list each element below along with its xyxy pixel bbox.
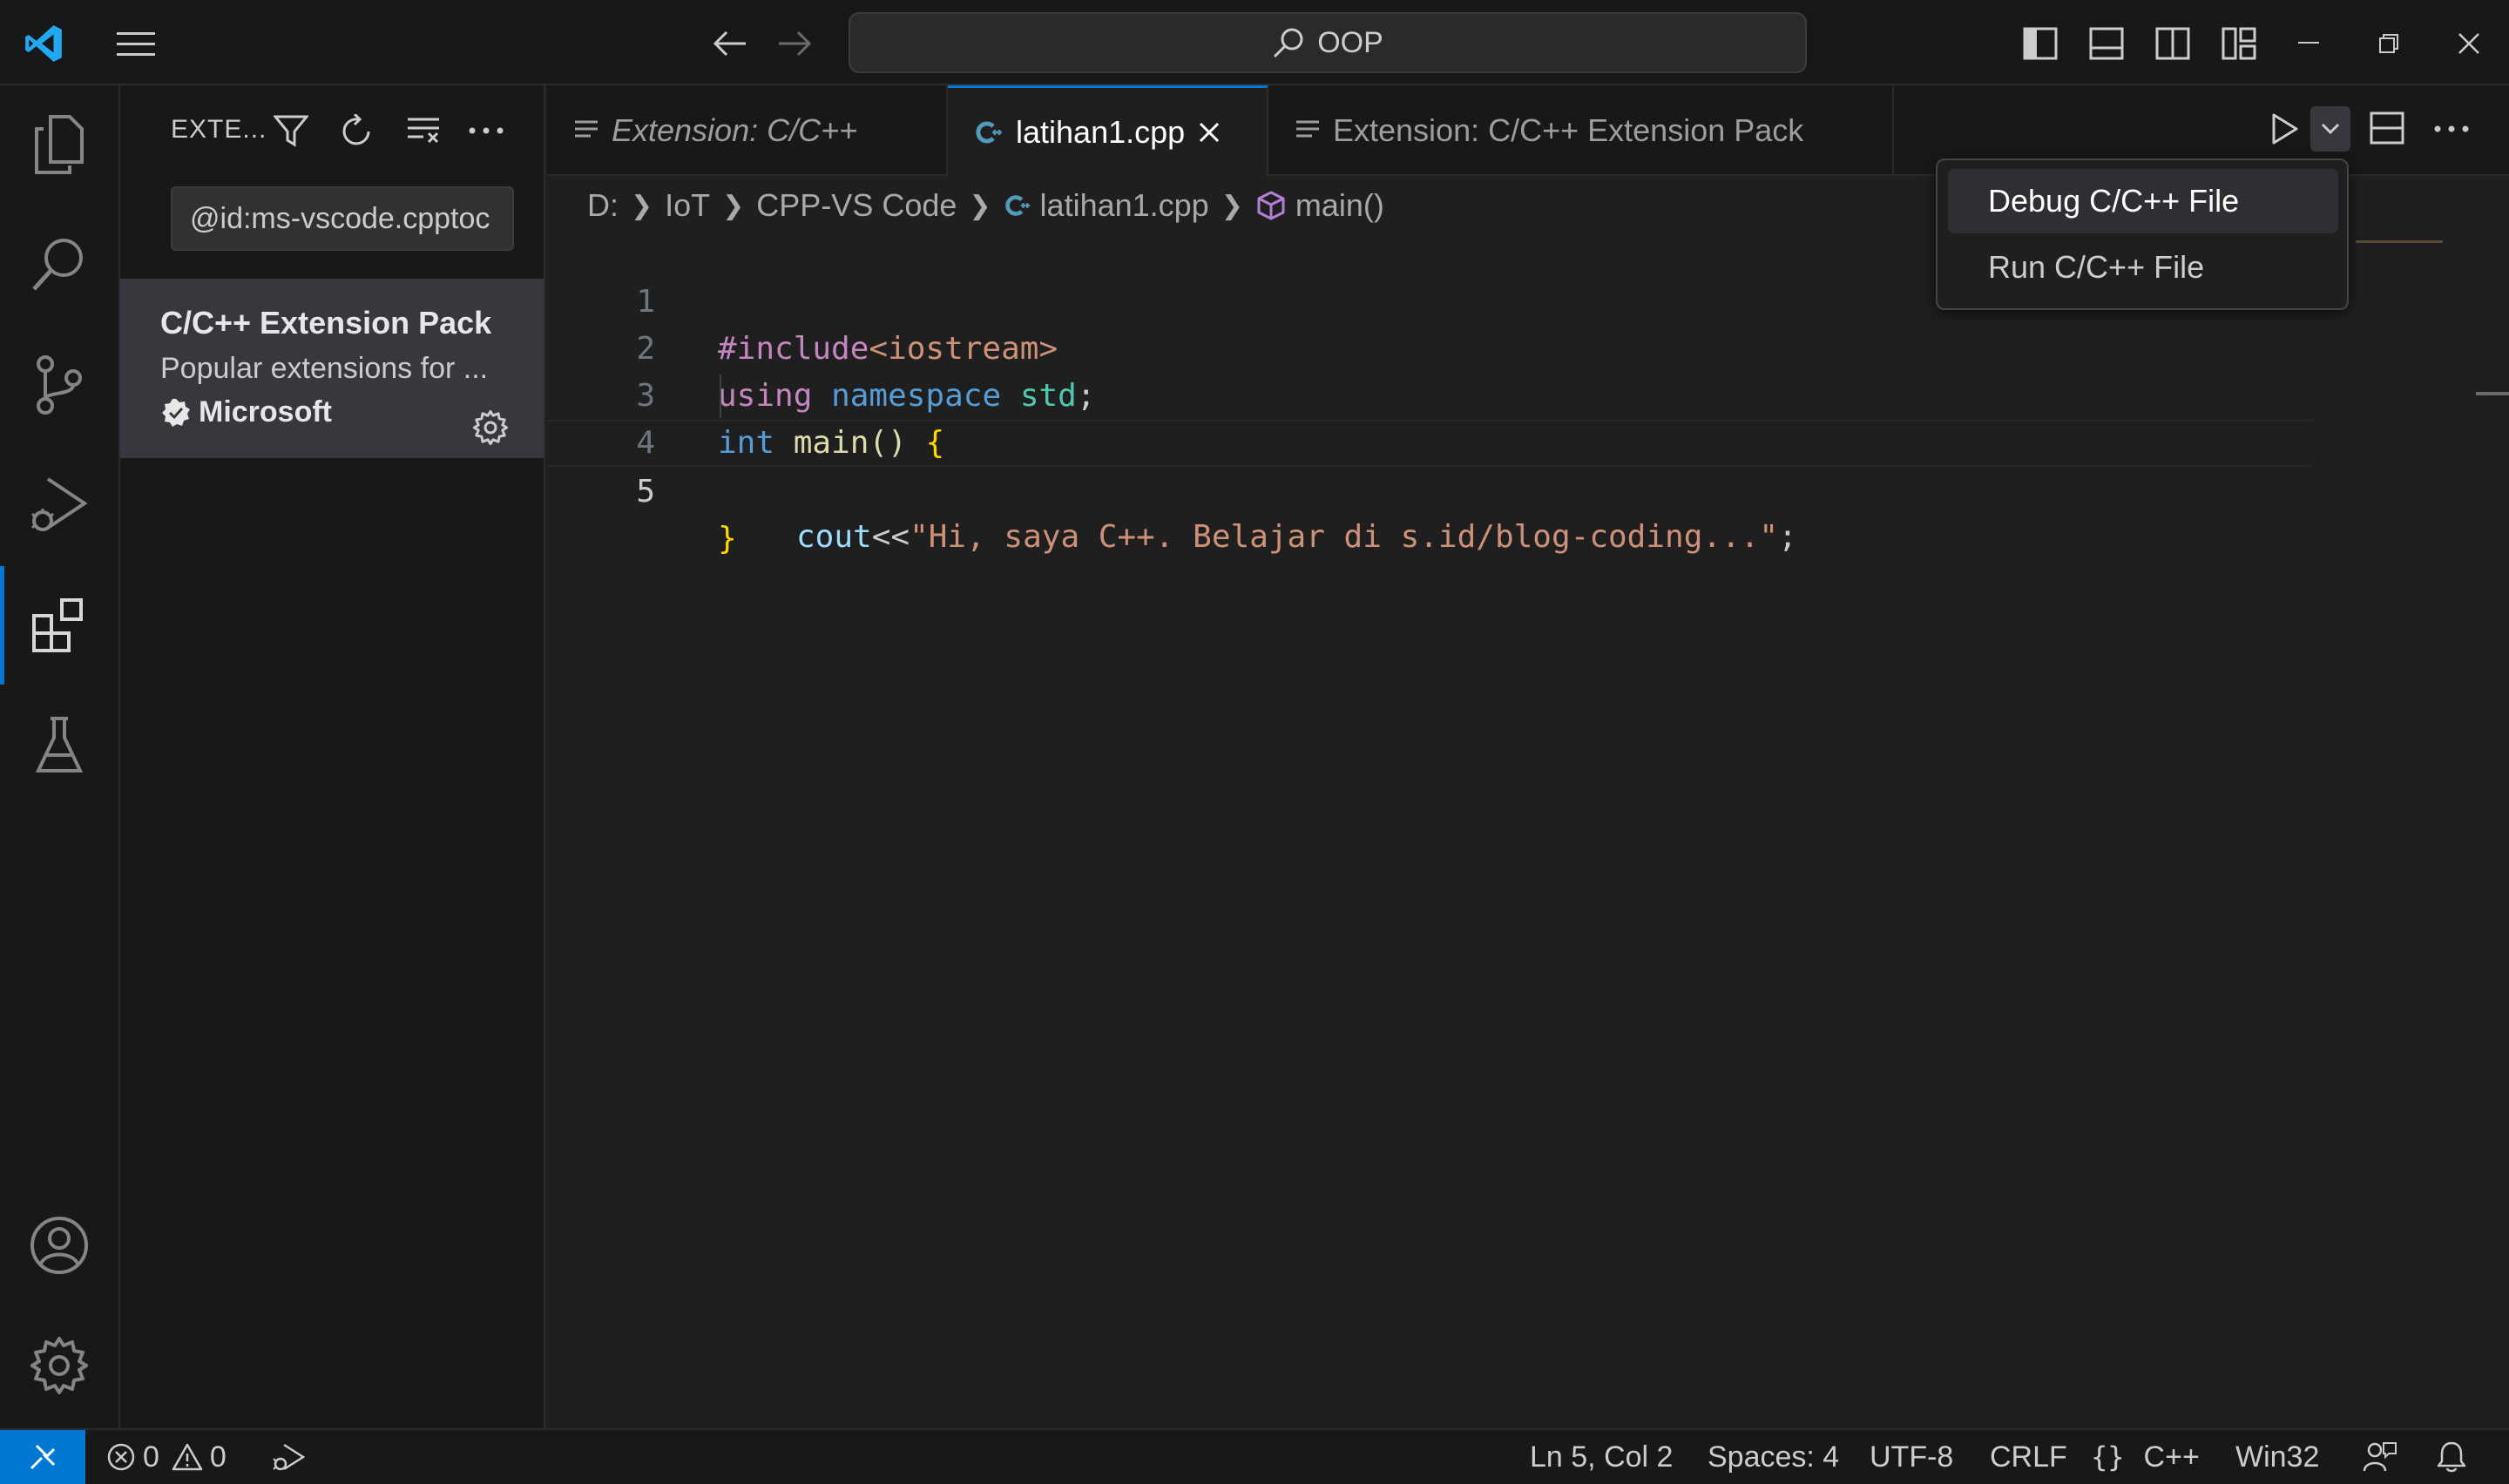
cpp-file-icon	[976, 121, 1002, 143]
notifications-bell-icon[interactable]	[2436, 1430, 2467, 1484]
close-tab-icon[interactable]	[1197, 120, 1221, 145]
testing-flask-icon[interactable]	[0, 686, 118, 805]
problems-indicator[interactable]: 0 0	[106, 1430, 227, 1484]
activity-bar	[0, 85, 120, 1428]
brace: }	[718, 521, 737, 556]
tab-extension-cpp-pack[interactable]: Extension: C/C++ Extension Pack	[1268, 85, 1894, 176]
error-count: 0	[143, 1440, 159, 1474]
filter-icon[interactable]	[270, 110, 312, 152]
code-editor[interactable]: 1 #include<iostream> 2 using namespace s…	[547, 230, 2509, 1428]
forward-arrow-icon[interactable]	[770, 19, 819, 68]
extensions-sidebar: EXTE... @id:ms-vscode.cpptoc C/C++ Exten…	[120, 85, 545, 1428]
tab-label: latihan1.cpp	[1016, 113, 1186, 150]
chevron-right-icon: ❯	[1221, 191, 1243, 220]
string-literal: "Hi, saya C++. Belajar di s.id/blog-codi…	[910, 519, 1779, 555]
run-dropdown-button[interactable]	[2310, 106, 2350, 152]
cursor-position[interactable]: Ln 5, Col 2	[1530, 1430, 1673, 1484]
command-center-label: OOP	[1317, 25, 1383, 59]
chevron-right-icon: ❯	[969, 191, 991, 220]
breadcrumb-folder[interactable]: IoT	[665, 187, 710, 224]
line-number: 5	[636, 474, 655, 509]
customize-layout-icon[interactable]	[2215, 19, 2263, 68]
code-line: 4 cout<<"Hi, saya C++. Belajar di s.id/b…	[547, 373, 2464, 555]
publisher-name: Microsoft	[199, 395, 332, 428]
toggle-secondary-sidebar-icon[interactable]	[2148, 19, 2197, 68]
punctuation: ;	[1778, 519, 1797, 555]
preview-lines-icon	[575, 120, 598, 138]
operator: <<	[871, 519, 910, 555]
explorer-icon[interactable]	[0, 85, 118, 204]
encoding-setting[interactable]: UTF-8	[1870, 1430, 1953, 1484]
search-icon	[1274, 28, 1303, 58]
tab-label: Extension: C/C++ Extension Pack	[1333, 112, 1804, 148]
preview-lines-icon	[1296, 120, 1319, 138]
error-icon	[107, 1443, 135, 1471]
minimap-line	[2356, 240, 2443, 243]
more-actions-icon[interactable]	[465, 110, 507, 152]
cpp-file-icon	[1004, 195, 1030, 216]
extension-list-item[interactable]: C/C++ Extension Pack Popular extensions …	[120, 279, 544, 458]
breadcrumb-drive[interactable]: D:	[587, 187, 619, 224]
close-window-icon[interactable]	[2445, 19, 2493, 68]
chevron-right-icon: ❯	[722, 191, 745, 220]
extensions-icon[interactable]	[0, 566, 118, 685]
extension-description: Popular extensions for ...	[160, 352, 489, 385]
tab-extension-cpp[interactable]: Extension: C/C++	[547, 85, 948, 176]
breadcrumb-symbol[interactable]: main()	[1295, 187, 1384, 224]
tab-label: Extension: C/C++	[612, 112, 858, 148]
status-bar: 0 0 Ln 5, Col 2 Spaces: 4 UTF-8 CRLF {} …	[0, 1428, 2509, 1484]
braces-icon: {}	[2091, 1440, 2125, 1474]
warning-icon	[172, 1443, 203, 1471]
back-arrow-icon[interactable]	[706, 19, 754, 68]
warning-count: 0	[209, 1440, 227, 1474]
eol-setting[interactable]: CRLF	[1990, 1430, 2067, 1484]
run-file-icon[interactable]	[2270, 111, 2300, 146]
chevron-right-icon: ❯	[631, 191, 653, 220]
extension-settings-gear-icon[interactable]	[472, 409, 509, 446]
feedback-icon[interactable]	[2363, 1430, 2397, 1484]
debug-status-icon[interactable]	[270, 1430, 307, 1484]
overview-ruler-cursor	[2476, 392, 2509, 395]
breadcrumb-folder[interactable]: CPP-VS Code	[756, 187, 957, 224]
indent-guide	[720, 374, 721, 418]
editor-more-actions-icon[interactable]	[2434, 125, 2469, 132]
toggle-panel-icon[interactable]	[2082, 19, 2131, 68]
tab-latihan1-cpp[interactable]: latihan1.cpp	[948, 85, 1268, 176]
platform-setting[interactable]: Win32	[2235, 1430, 2319, 1484]
clear-results-icon[interactable]	[402, 110, 444, 152]
verified-badge-icon	[162, 398, 190, 427]
manage-gear-icon[interactable]	[0, 1306, 118, 1425]
extension-publisher: Microsoft	[160, 395, 332, 429]
current-code-line: 5 }	[547, 420, 2312, 556]
command-center-search[interactable]: OOP	[849, 12, 1807, 73]
restore-icon[interactable]	[2364, 19, 2413, 68]
vscode-logo-icon	[19, 19, 68, 68]
indentation-setting[interactable]: Spaces: 4	[1708, 1430, 1839, 1484]
extension-name: C/C++ Extension Pack	[160, 305, 492, 341]
toggle-primary-sidebar-icon[interactable]	[2016, 19, 2065, 68]
minimize-icon[interactable]	[2284, 19, 2333, 68]
extension-search-input[interactable]: @id:ms-vscode.cpptoc	[171, 186, 514, 251]
method-cube-icon	[1257, 191, 1285, 220]
title-bar: OOP	[0, 0, 2509, 85]
search-icon[interactable]	[0, 206, 118, 324]
language-mode[interactable]: {} C++	[2091, 1430, 2200, 1484]
sidebar-title: EXTE...	[171, 115, 267, 144]
split-editor-icon[interactable]	[2370, 111, 2404, 145]
code-line: 3 int main() {	[547, 326, 2464, 461]
run-cpp-file-menu-item[interactable]: Run C/C++ File	[1948, 235, 2338, 300]
chevron-down-icon	[2321, 123, 2340, 135]
run-and-debug-icon[interactable]	[0, 446, 118, 564]
breadcrumb: D: ❯ IoT ❯ CPP-VS Code ❯ latihan1.cpp ❯ …	[587, 181, 1384, 230]
menu-icon[interactable]	[112, 19, 160, 68]
identifier: cout	[796, 519, 872, 555]
run-dropdown-menu: Debug C/C++ File Run C/C++ File	[1936, 159, 2349, 310]
source-control-icon[interactable]	[0, 326, 118, 444]
refresh-icon[interactable]	[336, 110, 378, 152]
breadcrumb-file[interactable]: latihan1.cpp	[1040, 187, 1209, 224]
remote-indicator-icon[interactable]	[0, 1430, 85, 1484]
accounts-icon[interactable]	[0, 1186, 118, 1305]
debug-cpp-file-menu-item[interactable]: Debug C/C++ File	[1948, 169, 2338, 233]
language-label: C++	[2143, 1440, 2200, 1474]
